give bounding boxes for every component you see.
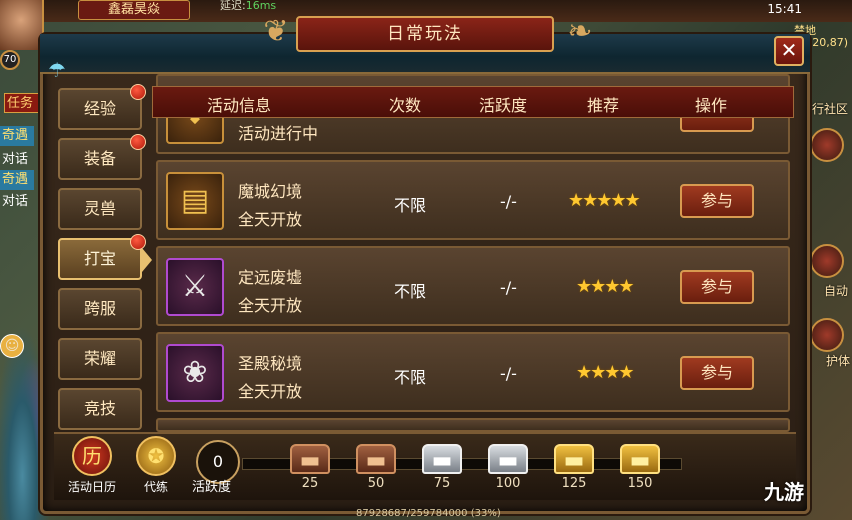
- header-action: 操作: [695, 96, 728, 115]
- activity-name: 魔城幻境: [238, 182, 303, 201]
- activity-points: -/-: [500, 192, 517, 211]
- tab-glory[interactable]: 荣耀: [58, 338, 142, 380]
- player-avatar[interactable]: [0, 0, 44, 50]
- join-button[interactable]: 参与: [680, 356, 754, 390]
- wings-icon: ❀: [166, 344, 224, 402]
- dragon-ornament-icon: ❧: [567, 14, 593, 49]
- tab-label: 经验: [83, 99, 116, 118]
- tab-label: 打宝: [83, 249, 116, 268]
- tab-label: 竞技: [83, 399, 116, 418]
- activity-name: 定远废墟: [238, 268, 303, 287]
- latency-label: 延迟:: [220, 0, 246, 12]
- practice-icon: ✪: [136, 436, 176, 476]
- auto-practice-button[interactable]: ✪ 代练: [126, 436, 186, 496]
- close-button[interactable]: ✕: [774, 36, 804, 66]
- dialog-tag[interactable]: 对话: [0, 192, 34, 212]
- tab-treasure-hunt[interactable]: 打宝: [58, 234, 146, 280]
- protect-label: 护体: [825, 354, 850, 368]
- tab-arena[interactable]: 竞技: [58, 388, 142, 430]
- experience-readout: 87928687/259784000 (33%): [356, 508, 501, 519]
- activity-name: 圣殿秘境: [238, 354, 303, 373]
- activity-calendar-button[interactable]: 历 活动日历: [62, 436, 122, 496]
- tab-label: 荣耀: [83, 349, 116, 368]
- tab-spirit-beast[interactable]: 灵兽: [58, 188, 142, 230]
- task-tab[interactable]: 任务: [4, 93, 44, 113]
- activity-status: 活动进行中: [238, 124, 319, 143]
- auto-label: 自动: [823, 284, 848, 298]
- activity-points-label: 活跃度: [192, 480, 232, 495]
- table-row: ⚔ 定远废墟 全天开放 不限 -/- ★★★★ 参与: [156, 246, 790, 326]
- join-button[interactable]: 参与: [680, 270, 754, 304]
- activity-time: 全天开放: [238, 382, 303, 401]
- activity-points: -/-: [500, 278, 517, 297]
- gold-chest-icon[interactable]: ▬: [620, 444, 660, 474]
- player-name: 鑫磊昊焱: [78, 0, 190, 20]
- header-activity: 活跃度: [479, 96, 528, 115]
- jellyfish-icon: ☂: [48, 58, 66, 82]
- clock: 15:41: [767, 2, 802, 16]
- rating-stars: ★★★★★: [568, 190, 641, 211]
- header-info: 活动信息: [207, 96, 272, 115]
- activity-count: 不限: [394, 196, 427, 215]
- bronze-chest-icon[interactable]: ▬: [356, 444, 396, 474]
- tab-label: 灵兽: [83, 199, 116, 218]
- activity-count: 不限: [394, 282, 427, 301]
- chest-threshold: 125: [561, 476, 587, 491]
- notification-dot: [130, 84, 146, 100]
- encounter-tag[interactable]: 奇遇: [0, 170, 34, 190]
- sword-icon: ⚔: [166, 258, 224, 316]
- dialog-tag[interactable]: 对话: [0, 150, 34, 170]
- header-recommend: 推荐: [587, 96, 620, 115]
- activity-time: 全天开放: [238, 210, 303, 229]
- table-header: 活动信息 次数 活跃度 推荐 操作: [152, 86, 794, 118]
- notification-dot: [130, 134, 146, 150]
- latency-value: 16ms: [245, 0, 277, 12]
- shield-icon[interactable]: [810, 318, 844, 352]
- emoji-icon[interactable]: ☺: [0, 334, 24, 358]
- tab-cross-server[interactable]: 跨服: [58, 288, 142, 330]
- table-row: ❀ 圣殿秘境 全天开放 不限 -/- ★★★★ 参与: [156, 332, 790, 412]
- rating-stars: ★★★★: [576, 276, 635, 297]
- calendar-label: 活动日历: [67, 480, 116, 494]
- tab-label: 跨服: [83, 299, 116, 318]
- chest-threshold: 25: [301, 476, 319, 491]
- practice-label: 代练: [143, 480, 168, 494]
- active-tab-arrow-icon: [142, 248, 152, 272]
- chest-icon: ▤: [166, 172, 224, 230]
- calendar-icon: 历: [72, 436, 112, 476]
- rating-stars: ★★★★: [576, 362, 635, 383]
- chest-threshold: 150: [627, 476, 653, 491]
- tab-equipment[interactable]: 装备: [58, 134, 146, 180]
- map-coords: (20,87): [807, 36, 848, 49]
- chest-threshold: 50: [367, 476, 385, 491]
- activity-points: -/-: [500, 364, 517, 383]
- table-row-partial: [156, 418, 790, 432]
- community-icon[interactable]: [810, 128, 844, 162]
- panel-title: 日常玩法: [296, 16, 554, 52]
- tab-experience[interactable]: 经验: [58, 84, 146, 130]
- encounter-tag[interactable]: 奇遇: [0, 126, 34, 146]
- header-count: 次数: [389, 96, 422, 115]
- join-button[interactable]: 参与: [680, 184, 754, 218]
- tab-label: 装备: [83, 149, 116, 168]
- gold-chest-icon[interactable]: ▬: [554, 444, 594, 474]
- auto-battle-icon[interactable]: [810, 244, 844, 278]
- community-label: 行社区: [811, 102, 848, 116]
- bronze-chest-icon[interactable]: ▬: [290, 444, 330, 474]
- dragon-ornament-icon: ❦: [263, 14, 289, 49]
- player-level: 70: [0, 50, 20, 70]
- watermark-logo: 九游: [764, 480, 804, 504]
- chest-threshold: 75: [433, 476, 451, 491]
- silver-chest-icon[interactable]: ▬: [422, 444, 462, 474]
- activity-time: 全天开放: [238, 296, 303, 315]
- chest-threshold: 100: [495, 476, 521, 491]
- table-row: ▤ 魔城幻境 全天开放 不限 -/- ★★★★★ 参与: [156, 160, 790, 240]
- silver-chest-icon[interactable]: ▬: [488, 444, 528, 474]
- activity-count: 不限: [394, 368, 427, 387]
